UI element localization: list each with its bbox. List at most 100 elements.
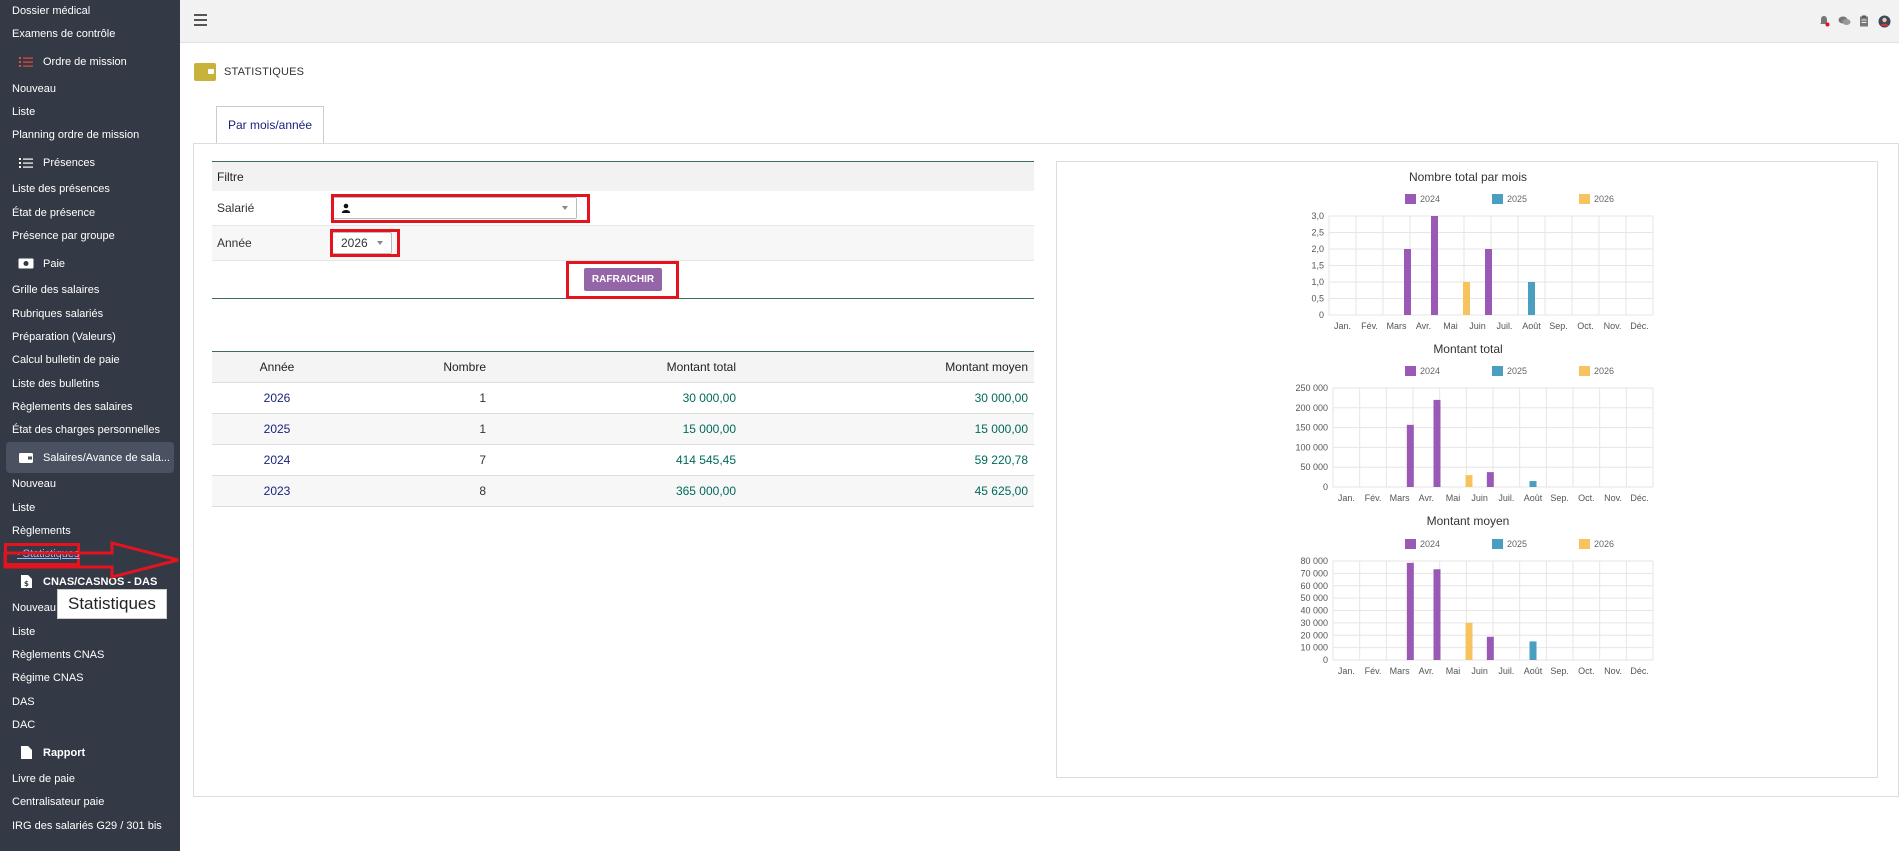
sidebar-item-liste[interactable]: Liste <box>0 101 180 124</box>
sidebar-item-label: Dossier médical <box>12 5 91 17</box>
bar <box>1465 622 1473 660</box>
cell-montant-moyen: 15 000,00 <box>742 413 1034 445</box>
sidebar-item-label: DAS <box>12 695 35 708</box>
sidebar-item-rubriques-salari-s[interactable]: Rubriques salariés <box>0 303 180 326</box>
sidebar-item-r-glements-des-salaires[interactable]: Règlements des salaires <box>0 396 180 419</box>
x-tick-label: Juil. <box>1498 493 1514 503</box>
sidebar-section-pr-sences[interactable]: Présences <box>0 147 180 178</box>
col-montant-moyen[interactable]: Montant moyen <box>742 351 1034 383</box>
x-tick-label: Fév. <box>1361 321 1378 331</box>
sidebar-item-r-gime-cnas[interactable]: Régime CNAS <box>0 667 180 690</box>
bar <box>1528 282 1535 315</box>
bar <box>1465 475 1473 487</box>
sidebar-section-label: CNAS/CASNOS - DAS <box>43 575 158 588</box>
legend-swatch <box>1405 366 1416 376</box>
sidebar-item-livre-de-paie[interactable]: Livre de paie <box>0 768 180 791</box>
x-tick-label: Sep. <box>1550 666 1569 676</box>
sidebar-item-liste-des-pr-sences[interactable]: Liste des présences <box>0 178 180 201</box>
sidebar-section-rapport[interactable]: Rapport <box>0 737 180 768</box>
x-tick-label: Fév. <box>1365 493 1382 503</box>
sidebar-section-paie[interactable]: Paie <box>0 248 180 279</box>
sidebar-item-dac[interactable]: DAC <box>0 714 180 737</box>
sidebar-item-liste-des-bulletins[interactable]: Liste des bulletins <box>0 373 180 396</box>
y-tick-label: 50 000 <box>1300 593 1328 603</box>
x-tick-label: Juin <box>1471 493 1488 503</box>
y-tick-label: 60 000 <box>1300 581 1328 591</box>
tab-par-mois-annee[interactable]: Par mois/année <box>216 106 324 143</box>
sidebar-item-das[interactable]: DAS <box>0 691 180 714</box>
user-avatar-icon[interactable] <box>1877 14 1891 28</box>
x-tick-label: Jan. <box>1338 666 1355 676</box>
sidebar-item-label: Statistiques <box>22 548 80 561</box>
col-montant-total[interactable]: Montant total <box>492 351 742 383</box>
table-row[interactable]: 2024 7 414 545,45 59 220,78 <box>212 444 1034 476</box>
sidebar-section-ordre-de-mission[interactable]: Ordre de mission <box>0 47 180 78</box>
y-tick-label: 150 000 <box>1295 423 1328 433</box>
sidebar-item-label: Règlements des salaires <box>12 400 133 413</box>
x-tick-label: Oct. <box>1578 493 1595 503</box>
sidebar-item-r-glements-cnas[interactable]: Règlements CNAS <box>0 644 180 667</box>
sidebar-item--tat-de-pr-sence[interactable]: État de présence <box>0 202 180 225</box>
stats-table: Année Nombre Montant total Montant moyen… <box>212 351 1034 507</box>
y-tick-label: 80 000 <box>1300 556 1328 566</box>
bar <box>1433 569 1441 660</box>
sidebar-item-label: Nouveau <box>12 602 57 615</box>
col-annee[interactable]: Année <box>212 351 342 383</box>
sidebar-item-dossier-m-dical[interactable]: Dossier médical <box>0 0 180 23</box>
y-tick-label: 0 <box>1319 310 1324 320</box>
menu-toggle-icon[interactable] <box>194 14 207 26</box>
sidebar-item-liste[interactable]: Liste <box>0 621 180 644</box>
y-tick-label: 0 <box>1323 655 1328 665</box>
sidebar-item-irg-des-salari-s-g29-301-bis[interactable]: IRG des salariés G29 / 301 bis <box>0 815 180 838</box>
sidebar-section-salaires-avance-de-sala[interactable]: Salaires/Avance de sala... <box>6 442 174 474</box>
x-tick-label: Déc. <box>1630 493 1649 503</box>
y-tick-label: 50 000 <box>1300 462 1328 472</box>
sidebar-item-label: Préparation (Valeurs) <box>12 330 116 343</box>
table-row[interactable]: 2025 1 15 000,00 15 000,00 <box>212 413 1034 445</box>
sidebar-item-r-glements[interactable]: Règlements <box>0 520 180 543</box>
sidebar-item-label: Livre de paie <box>12 773 75 786</box>
x-tick-label: Déc. <box>1630 321 1649 331</box>
x-tick-label: Juin <box>1471 666 1488 676</box>
clipboard-icon[interactable] <box>1857 14 1871 28</box>
wallet-icon <box>18 451 34 465</box>
sidebar-item--tat-des-charges-personnelles[interactable]: État des charges personnelles <box>0 419 180 442</box>
x-tick-label: Juin <box>1469 321 1486 331</box>
col-nombre[interactable]: Nombre <box>342 351 492 383</box>
sidebar-item-examens-de-contr-le[interactable]: Examens de contrôle <box>0 23 180 46</box>
x-tick-label: Août <box>1524 666 1543 676</box>
salarie-label: Salarié <box>217 201 255 215</box>
sidebar-item-nouveau[interactable]: Nouveau <box>0 78 180 101</box>
bar <box>1431 216 1438 315</box>
sidebar-item-label: Examens de contrôle <box>12 28 116 41</box>
file-dollar-icon: $ <box>18 575 34 589</box>
sidebar-item-label: Liste <box>12 625 36 638</box>
chat-icon[interactable] <box>1837 14 1851 28</box>
cell-annee: 2026 <box>212 382 342 414</box>
x-tick-label: Oct. <box>1577 321 1594 331</box>
sidebar-item-pr-paration-valeurs[interactable]: Préparation (Valeurs) <box>0 326 180 349</box>
sidebar-item-calcul-bulletin-de-paie[interactable]: Calcul bulletin de paie <box>0 349 180 372</box>
charts-svg: Nombre total par mois 2024 2025 2026 0 0,5 1,0… <box>1295 170 1654 676</box>
table-row[interactable]: 2023 8 365 000,00 45 625,00 <box>212 475 1034 507</box>
legend-label: 2025 <box>1507 539 1527 549</box>
sidebar-item-pr-sence-par-groupe[interactable]: Présence par groupe <box>0 225 180 248</box>
sidebar-item-nouveau[interactable]: Nouveau <box>0 473 180 496</box>
table-row[interactable]: 2026 1 30 000,00 30 000,00 <box>212 382 1034 414</box>
tasks-icon <box>18 55 34 69</box>
sidebar-section-label: Paie <box>43 257 66 270</box>
highlight-refresh <box>566 261 679 299</box>
sidebar-item-liste[interactable]: Liste <box>0 497 180 520</box>
sidebar-item-label: IRG des salariés G29 / 301 bis <box>12 819 162 832</box>
notification-bell-icon[interactable] <box>1817 14 1831 28</box>
list-icon <box>18 156 34 170</box>
x-tick-label: Mai <box>1446 666 1461 676</box>
x-tick-label: Mars <box>1387 321 1407 331</box>
top-bar <box>180 0 1899 43</box>
sidebar-item-statistiques[interactable]: • Statistiques <box>4 543 80 567</box>
bar <box>1463 282 1470 315</box>
sidebar-item-centralisateur-paie[interactable]: Centralisateur paie <box>0 791 180 814</box>
sidebar-item-grille-des-salaires[interactable]: Grille des salaires <box>0 279 180 302</box>
sidebar-item-label: Liste <box>12 105 36 118</box>
sidebar-item-planning-ordre-de-mission[interactable]: Planning ordre de mission <box>0 124 180 147</box>
